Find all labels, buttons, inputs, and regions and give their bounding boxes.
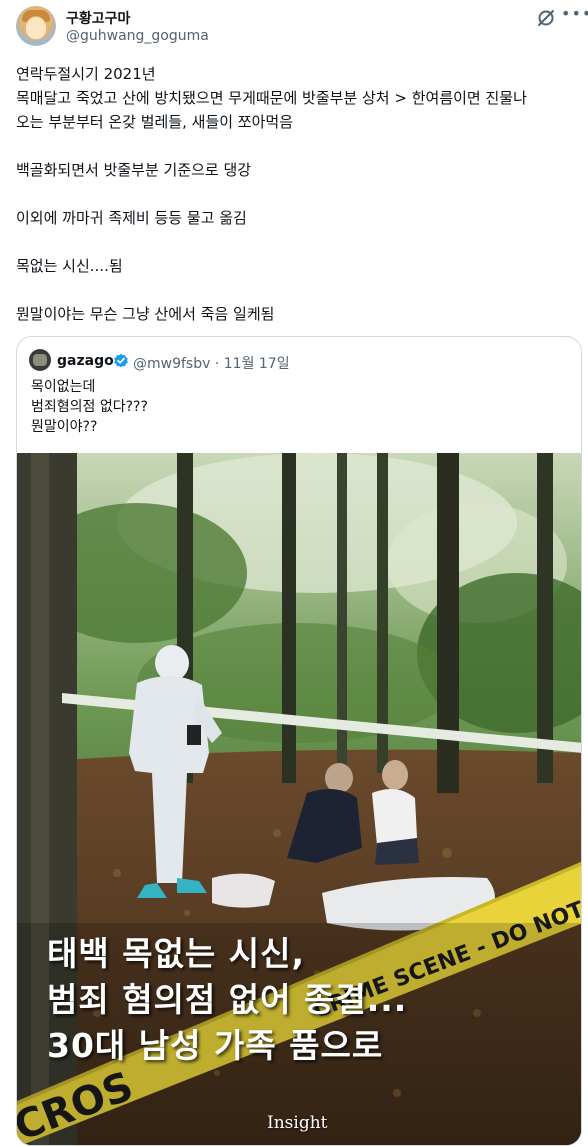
author-avatar[interactable] xyxy=(16,6,56,46)
quote-line: 목이없는데 xyxy=(31,379,96,395)
post-line: 오는 부분부터 온갖 벌레들, 새들이 쪼아먹음 xyxy=(16,113,294,131)
headline-line: 범죄 혐의점 없어 종결... xyxy=(47,980,408,1019)
image-watermark: Insight xyxy=(267,1113,328,1133)
quote-line: 범죄혐의점 없다??? xyxy=(31,399,148,415)
quote-media-image[interactable]: CRIME SCENE - DO NOT CROSS CROS 태백 목없는 시… xyxy=(17,453,581,1145)
author-handle[interactable]: @guhwang_goguma xyxy=(66,28,209,44)
quote-line: 뭔말이야?? xyxy=(31,419,98,435)
quoted-tweet[interactable]: gazago @mw9fsbv · 11월 17일 목이없는데 범죄혐의점 없다… xyxy=(16,336,582,1146)
quote-avatar[interactable] xyxy=(29,349,51,371)
author-name[interactable]: 구황고구마 xyxy=(66,8,130,28)
more-icon[interactable]: ••• xyxy=(561,5,588,27)
post-line: 뭔말이야는 무슨 그냥 산에서 죽음 일케됨 xyxy=(16,305,275,323)
quote-author-handle[interactable]: @mw9fsbv xyxy=(133,356,210,372)
quote-author-name[interactable]: gazago xyxy=(57,353,114,369)
meta-separator: · xyxy=(214,356,220,372)
headline-line: 30대 남성 가족 품으로 xyxy=(47,1026,384,1065)
verified-badge-icon xyxy=(114,353,128,368)
post-line: 목없는 시신....됨 xyxy=(16,257,123,275)
quote-text: 목이없는데 범죄혐의점 없다??? 뭔말이야?? xyxy=(31,377,571,437)
post-line: 목매달고 죽었고 산에 방치됐으면 무게때문에 밧줄부분 상처 > 한여름이면 … xyxy=(16,89,527,107)
image-headline: 태백 목없는 시신, 범죄 혐의점 없어 종결... 30대 남성 가족 품으로 xyxy=(47,931,567,1069)
avatar-face xyxy=(25,16,47,40)
post-line: 백골화되면서 밧줄부분 기준으로 댕강 xyxy=(16,161,252,179)
tweet: 구황고구마 @guhwang_goguma ••• 연락두절시기 2021년 목… xyxy=(0,0,588,1146)
grok-icon[interactable] xyxy=(536,8,556,28)
post-line: 연락두절시기 2021년 xyxy=(16,65,156,83)
headline-line: 태백 목없는 시신, xyxy=(47,934,306,973)
post-text: 연락두절시기 2021년 목매달고 죽었고 산에 방치됐으면 무게때문에 밧줄부… xyxy=(16,62,576,326)
quote-date[interactable]: 11월 17일 xyxy=(224,356,290,372)
quote-meta: @mw9fsbv · 11월 17일 xyxy=(133,353,290,373)
post-line: 이외에 까마귀 족제비 등등 물고 옮김 xyxy=(16,209,247,227)
